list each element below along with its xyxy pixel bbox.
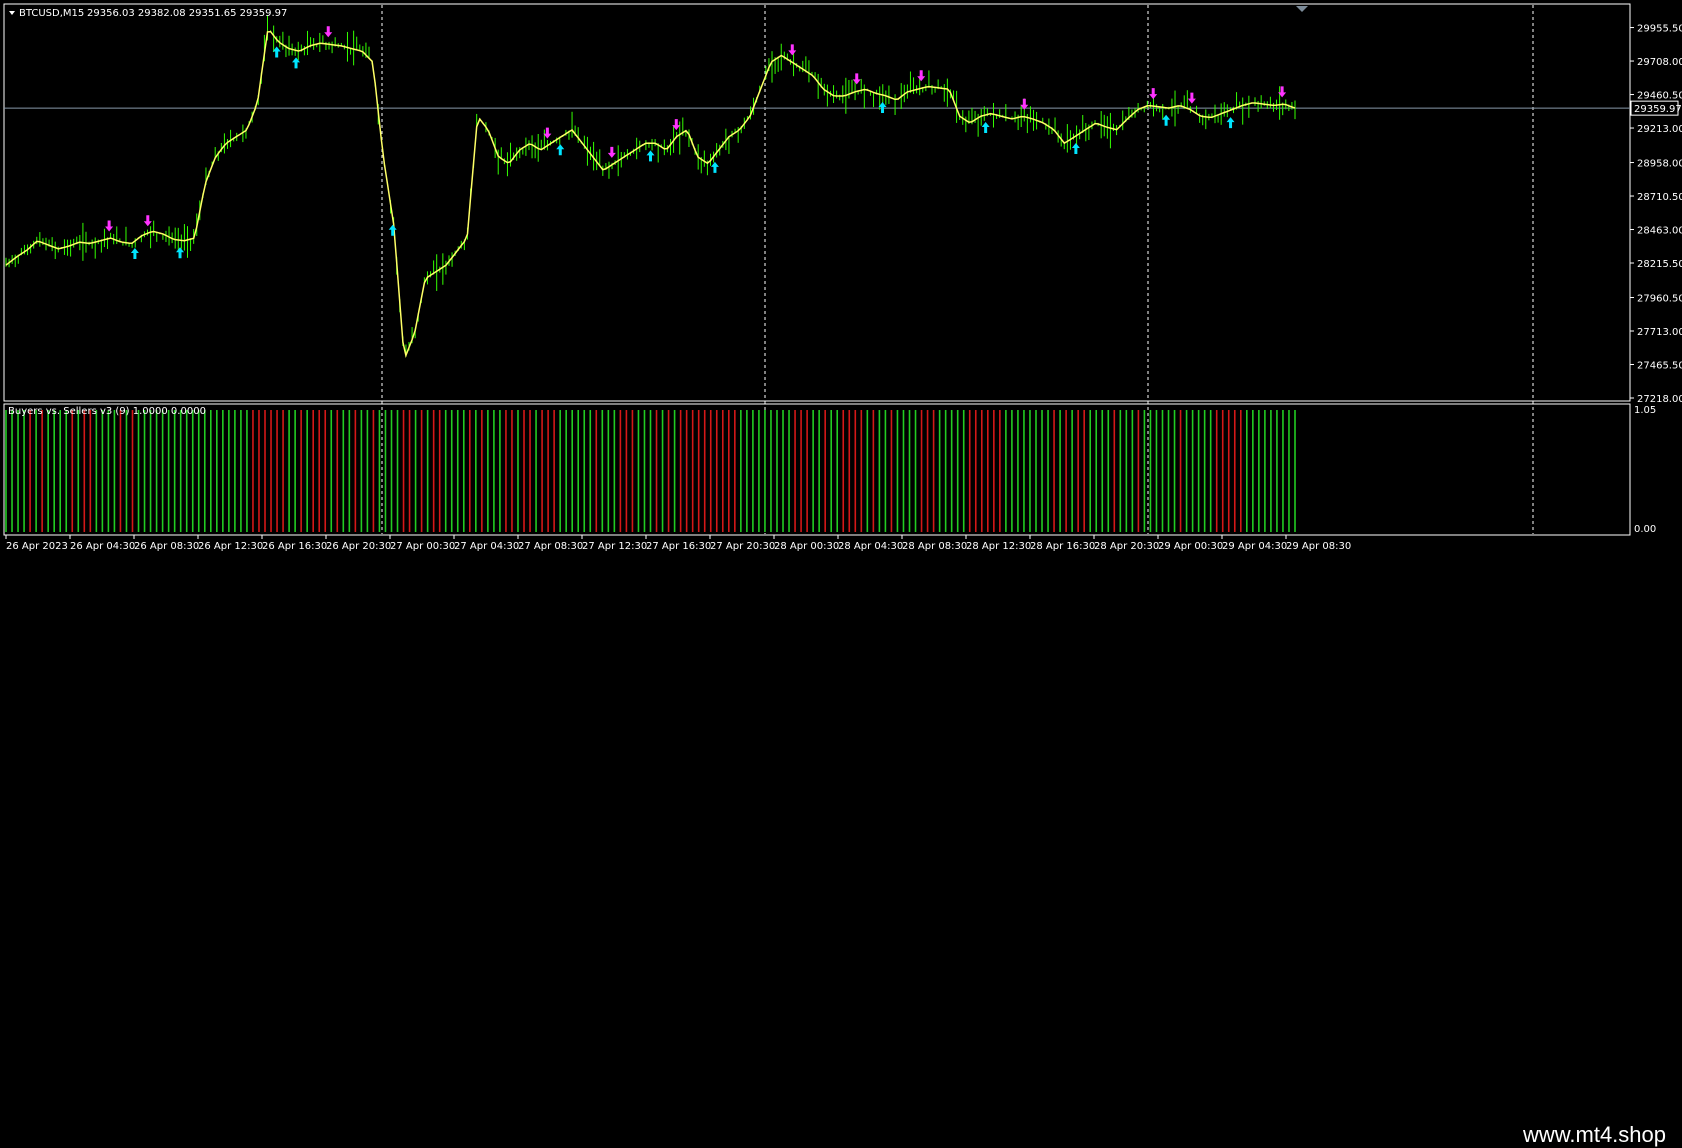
symbol-title: BTCUSD,M15 xyxy=(19,8,84,19)
watermark-text: www.mt4.shop xyxy=(1522,1122,1666,1147)
indicator-max-label: 1.05 xyxy=(1634,405,1656,416)
chart-canvas: 29955.50 29708.00 29460.50 29213.00 28958.00… xyxy=(3,3,1682,552)
time-tick-label: 28 Apr 12:30 xyxy=(966,541,1031,552)
price-tick-label: 27960.50 xyxy=(1637,294,1682,305)
buyers-sellers-bars xyxy=(5,410,1296,532)
time-tick-label: 26 Apr 04:30 xyxy=(70,541,135,552)
indicator-panel xyxy=(3,403,1631,536)
time-tick-label: 27 Apr 16:30 xyxy=(646,541,711,552)
time-tick-label: 27 Apr 00:30 xyxy=(390,541,455,552)
time-axis: 26 Apr 2023 26 Apr 04:3026 Apr 08:3026 Ap… xyxy=(5,535,1351,552)
price-tick-label: 28958.00 xyxy=(1637,159,1682,170)
main-panel xyxy=(3,3,1631,402)
time-tick-label: 27 Apr 08:30 xyxy=(518,541,583,552)
time-tick-label: 27 Apr 04:30 xyxy=(454,541,519,552)
price-tick-label: 29955.50 xyxy=(1637,24,1682,35)
time-tick-label: 28 Apr 08:30 xyxy=(902,541,967,552)
price-tick-label: 27465.50 xyxy=(1637,361,1682,372)
time-tick-label: 26 Apr 20:30 xyxy=(326,541,391,552)
time-tick-label: 29 Apr 08:30 xyxy=(1286,541,1351,552)
time-tick-label: 28 Apr 16:30 xyxy=(1030,541,1095,552)
price-tick-label: 29460.50 xyxy=(1637,91,1682,102)
footer-bar: www.mt4.shop xyxy=(0,560,1682,1147)
time-tick-label: 29 Apr 04:30 xyxy=(1222,541,1287,552)
price-tick-label: 28215.50 xyxy=(1637,259,1682,270)
price-tick-label: 28710.50 xyxy=(1637,192,1682,203)
time-tick-label: 26 Apr 16:30 xyxy=(262,541,327,552)
indicator-title: Buyers vs. Sellers v3 (9) 1.0000 0.0000 xyxy=(8,406,206,417)
time-tick-label: 26 Apr 2023 xyxy=(6,541,68,552)
indicator-min-label: 0.00 xyxy=(1634,524,1656,535)
price-tick-label: 29213.00 xyxy=(1637,124,1682,135)
time-tick-label: 28 Apr 20:30 xyxy=(1094,541,1159,552)
price-axis: 29955.50 29708.00 29460.50 29213.00 28958.00… xyxy=(1630,24,1682,405)
price-tick-label: 29708.00 xyxy=(1637,57,1682,68)
time-tick-label: 28 Apr 04:30 xyxy=(838,541,903,552)
current-price-label: 29359.97 xyxy=(1634,104,1682,115)
time-tick-label: 27 Apr 20:30 xyxy=(710,541,775,552)
price-tick-label: 27218.00 xyxy=(1637,394,1682,405)
price-tick-label: 27713.00 xyxy=(1637,327,1682,338)
time-tick-label: 29 Apr 00:30 xyxy=(1158,541,1223,552)
ohlc-readout: 29356.03 29382.08 29351.65 29359.97 xyxy=(87,8,287,19)
time-tick-label: 26 Apr 12:30 xyxy=(198,541,263,552)
price-tick-label: 28463.00 xyxy=(1637,226,1682,237)
time-tick-label: 27 Apr 12:30 xyxy=(582,541,647,552)
time-tick-label: 26 Apr 08:30 xyxy=(134,541,199,552)
time-tick-label: 28 Apr 00:30 xyxy=(774,541,839,552)
